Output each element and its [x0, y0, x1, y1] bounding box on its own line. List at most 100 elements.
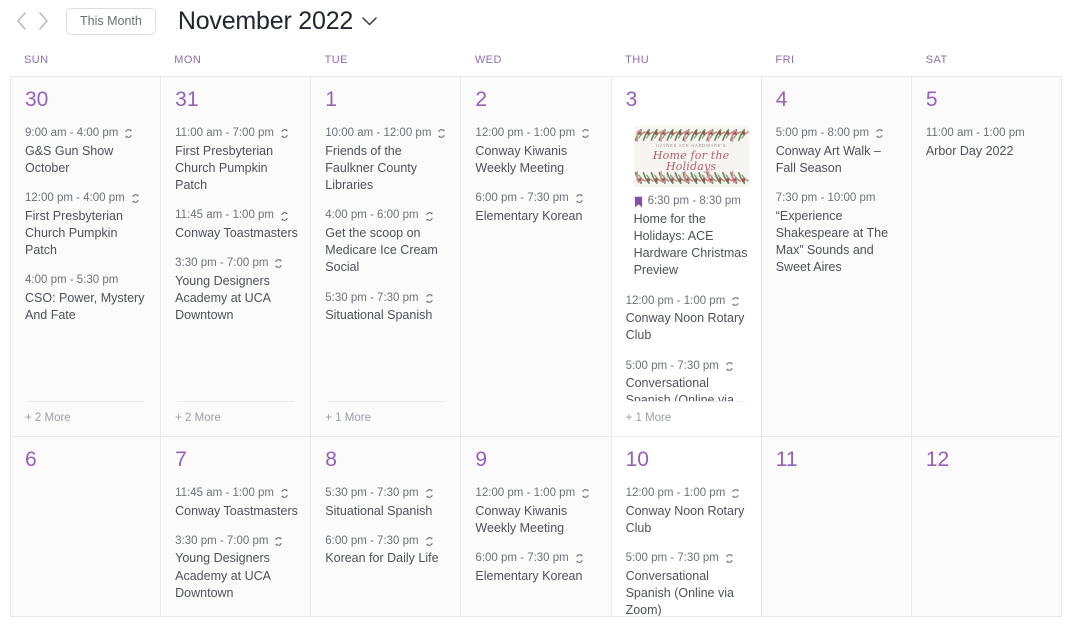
more-events-link[interactable]: + 1 More	[325, 412, 448, 424]
more-events-section: + 2 More	[25, 401, 148, 436]
event-title: Elementary Korean	[475, 208, 583, 223]
event-time: 11:45 am - 1:00 pm	[175, 209, 275, 222]
event-time-row: 5:00 pm - 7:30 pm	[626, 359, 749, 375]
event-time: 9:00 am - 4:00 pm	[25, 127, 119, 139]
event-time: 7:30 pm - 10:00 pm	[775, 192, 876, 205]
event-item[interactable]: 5:00 pm - 7:30 pm Conversational Spanish …	[626, 359, 749, 401]
repeat-icon	[424, 536, 435, 547]
event-title: “Experience Shakespeare at The Max” Soun…	[775, 208, 889, 275]
day-cell-8[interactable]: 8 5:30 pm - 7:30 pm Situational Spanish 6:0…	[311, 437, 462, 617]
event-item[interactable]: 11:00 am - 7:00 pm First Presbyterian Chu…	[175, 126, 298, 194]
event-title: Young Designers Academy at UCA Downtown	[175, 273, 271, 323]
event-time-row: 6:30 pm - 8:30 pm	[634, 194, 749, 210]
day-cell-30[interactable]: 30 9:00 am - 4:00 pm G&S Gun Show October 1…	[11, 77, 162, 437]
event-item[interactable]: 3:30 pm - 7:00 pm Young Designers Academy…	[175, 534, 298, 602]
event-time-row: 5:00 pm - 7:30 pm	[626, 551, 749, 567]
day-cell-3[interactable]: 3 HAYNES ACE HARDWARE'S Home for the Holid…	[611, 77, 762, 437]
bookmark-icon	[634, 196, 643, 208]
event-item[interactable]: 5:00 pm - 8:00 pm Conway Art Walk – Fall …	[776, 126, 899, 177]
event-item[interactable]: 11:00 am - 1:00 pm Arbor Day 2022	[926, 126, 1049, 160]
day-cell-31[interactable]: 31 11:00 am - 7:00 pm First Presbyterian C…	[161, 77, 312, 437]
event-item[interactable]: 5:30 pm - 7:30 pm Situational Spanish	[325, 486, 448, 520]
prev-month-button[interactable]	[10, 6, 32, 36]
event-time: 5:00 pm - 8:00 pm	[775, 127, 870, 139]
repeat-icon	[574, 553, 585, 564]
event-title: Conversational Spanish (Online via Zoom)	[625, 568, 734, 616]
event-title: Korean for Daily Life	[325, 551, 439, 566]
event-time-row: 3:30 pm - 7:00 pm	[175, 534, 298, 550]
more-events-link[interactable]: + 2 More	[175, 412, 298, 424]
repeat-icon	[724, 361, 735, 372]
day-number: 2	[475, 88, 488, 111]
repeat-icon	[724, 553, 735, 564]
event-title: Arbor Day 2022	[925, 143, 1014, 158]
event-item[interactable]: 5:00 pm - 7:30 pm Conversational Spanish …	[626, 551, 749, 616]
event-item[interactable]: 3:30 pm - 7:00 pm Young Designers Academy…	[175, 256, 298, 324]
day-cell-1[interactable]: 1 10:00 am - 12:00 pm Friends of the Faulk…	[311, 77, 462, 437]
event-time: 12:00 pm - 4:00 pm	[25, 192, 125, 205]
event-title: Friends of the Faulkner County Libraries	[325, 143, 417, 193]
event-time: 6:30 pm - 8:30 pm	[647, 195, 741, 207]
more-events-link[interactable]: + 2 More	[25, 412, 148, 424]
event-time: 3:30 pm - 7:00 pm	[175, 534, 269, 547]
featured-event-item[interactable]: HAYNES ACE HARDWARE'S Home for the Holida…	[625, 126, 749, 280]
event-item[interactable]: 12:00 pm - 1:00 pm Conway Kiwanis Weekly …	[475, 126, 598, 177]
month-title-dropdown[interactable]: November 2022	[178, 7, 377, 36]
day-cell-12[interactable]: 12	[911, 437, 1062, 617]
event-list: 11:00 am - 7:00 pm First Presbyterian Chu…	[175, 126, 298, 401]
event-item[interactable]: 4:00 pm - 6:00 pm Get the scoop on Medica…	[325, 208, 448, 276]
event-item[interactable]: 6:00 pm - 7:30 pm Elementary Korean	[475, 551, 598, 585]
day-cell-4[interactable]: 4 5:00 pm - 8:00 pm Conway Art Walk – Fall…	[761, 77, 912, 437]
day-number: 5	[925, 88, 938, 111]
event-time: 12:00 pm - 1:00 pm	[625, 487, 726, 499]
event-item[interactable]: 10:00 am - 12:00 pm Friends of the Faulkn…	[325, 126, 448, 194]
event-item[interactable]: 11:45 am - 1:00 pm Conway Toastmasters	[175, 208, 298, 242]
event-title: Home for the Holidays: ACE Hardware Chri…	[633, 211, 748, 278]
event-list: 9:00 am - 4:00 pm G&S Gun Show October 12:…	[25, 126, 148, 401]
event-time: 11:00 am - 1:00 pm	[925, 127, 1025, 139]
chevron-right-icon	[38, 12, 48, 30]
weekday-label-fri: FRI	[775, 54, 795, 66]
event-list: 5:00 pm - 8:00 pm Conway Art Walk – Fall …	[776, 126, 899, 436]
event-title: Conway Toastmasters	[175, 225, 298, 240]
event-title: Conway Kiwanis Weekly Meeting	[475, 143, 568, 175]
event-item[interactable]: 12:00 pm - 1:00 pm Conway Noon Rotary Clu…	[626, 486, 749, 537]
event-time-row: 5:30 pm - 7:30 pm	[325, 291, 448, 307]
event-time: 12:00 pm - 1:00 pm	[475, 487, 576, 499]
day-cell-7[interactable]: 7 11:45 am - 1:00 pm Conway Toastmasters 3:…	[161, 437, 312, 617]
event-time: 6:00 pm - 7:30 pm	[475, 552, 569, 565]
day-cell-10[interactable]: 10 12:00 pm - 1:00 pm Conway Noon Rotary C…	[611, 437, 762, 617]
event-item[interactable]: 7:30 pm - 10:00 pm “Experience Shakespear…	[776, 191, 899, 277]
this-month-button[interactable]: This Month	[66, 7, 156, 35]
day-cell-2[interactable]: 2 12:00 pm - 1:00 pm Conway Kiwanis Weekly…	[461, 77, 612, 437]
event-item[interactable]: 12:00 pm - 1:00 pm Conway Noon Rotary Clu…	[626, 294, 749, 345]
day-cell-5[interactable]: 5 11:00 am - 1:00 pm Arbor Day 2022	[911, 77, 1062, 437]
event-time: 11:00 am - 7:00 pm	[175, 127, 275, 139]
event-title: Situational Spanish	[325, 308, 433, 323]
event-title: Conway Art Walk – Fall Season	[775, 143, 881, 175]
event-item[interactable]: 9:00 am - 4:00 pm G&S Gun Show October	[25, 126, 148, 177]
more-events-link[interactable]: + 1 More	[626, 412, 749, 424]
day-cell-11[interactable]: 11	[761, 437, 912, 617]
divider	[27, 401, 145, 402]
event-item[interactable]: 4:00 pm - 5:30 pm CSO: Power, Mystery And…	[25, 273, 148, 324]
event-time: 10:00 am - 12:00 pm	[325, 127, 432, 139]
event-item[interactable]: 12:00 pm - 4:00 pm First Presbyterian Chu…	[25, 191, 148, 259]
event-time-row: 10:00 am - 12:00 pm	[325, 126, 448, 142]
event-item[interactable]: 6:00 pm - 7:30 pm Elementary Korean	[475, 191, 598, 225]
day-number: 9	[475, 448, 488, 471]
calendar-week-row: 6 7 11:45 am - 1:00 pm Conway Toastmasters 3…	[11, 437, 1062, 617]
event-item[interactable]: 6:00 pm - 7:30 pm Korean for Daily Life	[325, 534, 448, 568]
repeat-icon	[574, 193, 585, 204]
event-item[interactable]: 12:00 pm - 1:00 pm Conway Kiwanis Weekly …	[475, 486, 598, 537]
event-item[interactable]: 11:45 am - 1:00 pm Conway Toastmasters	[175, 486, 298, 520]
event-title: First Presbyterian Church Pumpkin Patch	[25, 208, 123, 258]
next-month-button[interactable]	[32, 6, 54, 36]
day-cell-6[interactable]: 6	[11, 437, 162, 617]
event-time-row: 6:00 pm - 7:30 pm	[475, 551, 598, 567]
day-cell-9[interactable]: 9 12:00 pm - 1:00 pm Conway Kiwanis Weekly…	[461, 437, 612, 617]
repeat-icon	[580, 128, 591, 139]
event-title: Situational Spanish	[325, 503, 433, 518]
event-item[interactable]: 5:30 pm - 7:30 pm Situational Spanish	[325, 291, 448, 325]
event-title: Young Designers Academy at UCA Downtown	[175, 551, 271, 600]
